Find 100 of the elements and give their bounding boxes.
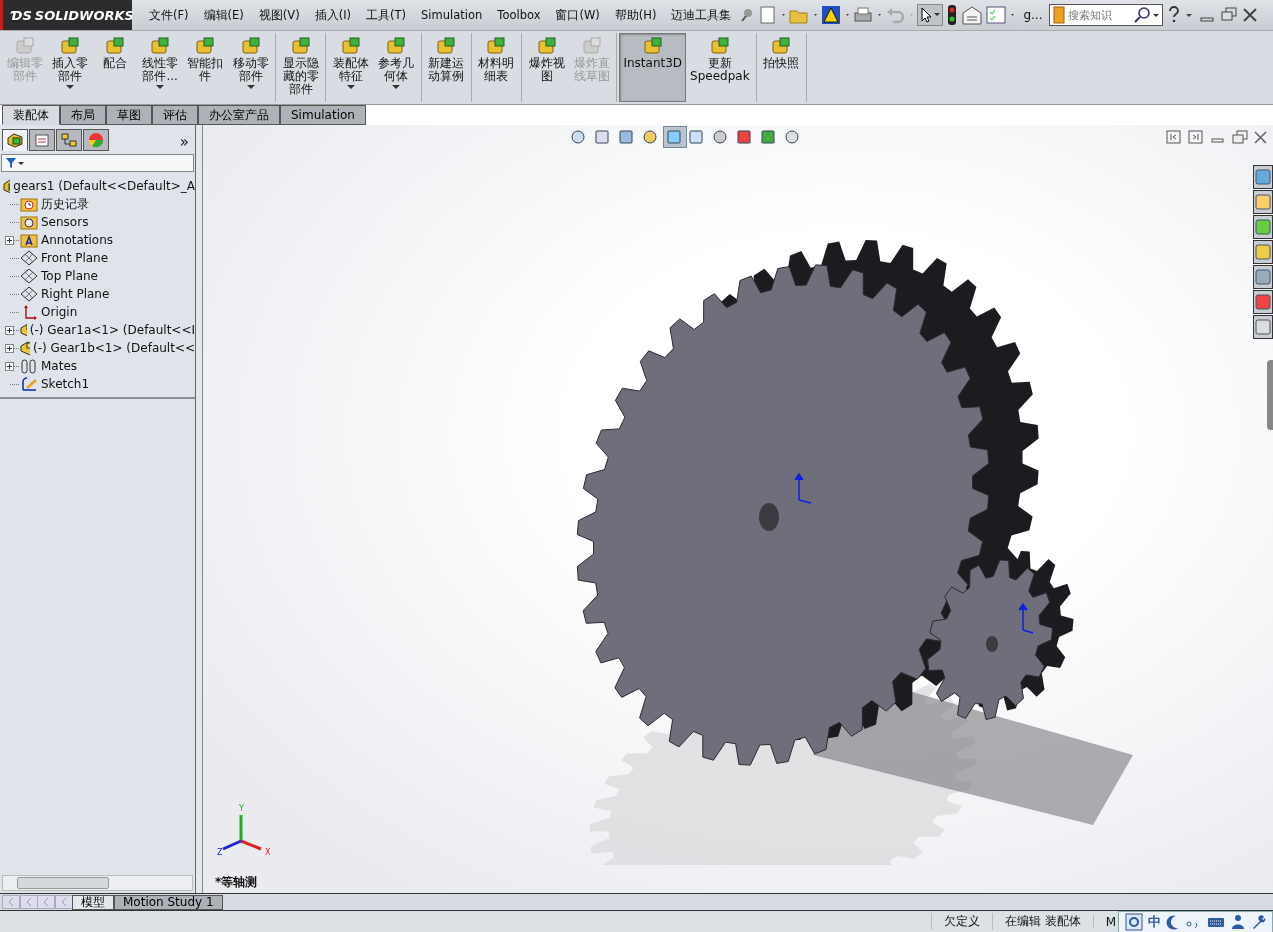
file-properties-icon[interactable]	[961, 5, 984, 25]
caret-icon	[65, 84, 74, 90]
tool-icon	[641, 36, 664, 56]
select-button[interactable]	[917, 4, 944, 26]
tree-item[interactable]: Annotations	[0, 231, 195, 249]
menu-item[interactable]: 窗口(W)	[548, 7, 607, 23]
tree-item[interactable]: Mates	[0, 357, 195, 375]
ribbon-button[interactable]: 参考几何体	[373, 33, 419, 102]
expand-panel-button[interactable]: »	[179, 133, 193, 151]
command-tab[interactable]: 评估	[152, 105, 198, 125]
new-document-icon[interactable]	[759, 5, 788, 25]
ribbon-button[interactable]: 线性零部件...	[137, 33, 183, 102]
ribbon-button[interactable]: Instant3D	[619, 33, 687, 102]
tool-icon	[580, 36, 603, 56]
menu-item[interactable]: 编辑(E)	[196, 7, 251, 23]
menu-item[interactable]: 文件(F)	[142, 7, 196, 23]
tree-item[interactable]: Sketch1	[0, 375, 195, 393]
manager-tab[interactable]	[29, 129, 55, 151]
book-icon	[1051, 6, 1066, 24]
tree-item[interactable]: (-) Gear1b<1> (Default<<	[0, 339, 195, 357]
caret-icon	[933, 13, 942, 17]
expand-icon[interactable]	[5, 362, 14, 371]
command-tab[interactable]: Simulation	[280, 105, 366, 125]
moon-icon[interactable]	[1166, 913, 1180, 930]
tree-item[interactable]: Sensors	[0, 213, 195, 231]
caret-icon	[346, 84, 355, 90]
horizontal-scrollbar[interactable]	[2, 875, 193, 891]
ribbon-button[interactable]: 新建运动算例	[423, 33, 469, 102]
expand-icon[interactable]	[5, 236, 14, 245]
configuration-icon	[60, 132, 78, 148]
tool-icon	[13, 36, 36, 56]
tool-icon	[239, 36, 262, 56]
menu-item[interactable]: 帮助(H)	[607, 7, 664, 23]
axis-label: Y	[239, 804, 244, 813]
filter-icon	[5, 157, 25, 169]
status-text: 欠定义	[930, 913, 992, 930]
ribbon-button[interactable]: 显示隐藏的零部件	[278, 33, 324, 102]
sensor-folder-icon	[20, 214, 38, 230]
input-mode-toggle[interactable]: 中	[1148, 912, 1161, 931]
command-tab[interactable]: 装配体	[2, 105, 60, 125]
close-icon[interactable]	[1253, 129, 1269, 145]
tree-item[interactable]: Origin	[0, 303, 195, 321]
view-name: *等轴测	[215, 874, 258, 891]
ribbon-button[interactable]: 更新Speedpak	[686, 33, 754, 102]
ime-logo-icon[interactable]	[1125, 912, 1143, 931]
feature-tree-icon	[6, 132, 24, 148]
ribbon-button[interactable]: 爆炸视图	[524, 33, 570, 102]
model-tab[interactable]: Motion Study 1	[114, 894, 223, 910]
tree-item[interactable]: gears1 (Default<<Default>_A	[13, 179, 195, 193]
menu-item[interactable]: 视图(V)	[251, 7, 307, 23]
expand-icon[interactable]	[5, 344, 14, 353]
printer-icon[interactable]	[853, 5, 884, 25]
panel-splitter[interactable]	[196, 125, 203, 893]
filter-field[interactable]	[1, 154, 194, 172]
paperclip-icon	[20, 358, 38, 374]
ribbon-button[interactable]: 移动零部件	[227, 33, 274, 102]
manager-tab[interactable]	[83, 129, 109, 151]
search-box[interactable]: 搜索知识	[1048, 4, 1163, 26]
ribbon-button[interactable]: 拍快照	[758, 33, 804, 102]
status-text: 在编辑 装配体	[991, 913, 1093, 930]
menu-item[interactable]: 工具(T)	[359, 7, 414, 23]
caret-icon	[392, 84, 401, 90]
menu-item[interactable]: 迈迪工具集	[664, 7, 739, 23]
rebuild-warning-icon[interactable]	[821, 5, 852, 25]
tool-icon	[535, 36, 558, 56]
manager-tab[interactable]	[56, 129, 82, 151]
sketch-icon	[20, 376, 38, 392]
menu-item[interactable]: Simulation	[414, 8, 490, 22]
plane-icon	[20, 268, 38, 284]
menu-item[interactable]: Toolbox	[490, 8, 548, 22]
axis-label: Z	[217, 848, 223, 857]
tree-item[interactable]: 历史记录	[0, 195, 195, 213]
command-tab[interactable]: 布局	[60, 105, 106, 125]
ribbon-button[interactable]: 配合	[92, 33, 138, 102]
part-icon	[20, 322, 27, 338]
tile-left-icon[interactable]	[1165, 129, 1183, 145]
tool-icon	[194, 36, 217, 56]
scroll-grip[interactable]	[1267, 360, 1273, 430]
tree-item[interactable]: Right Plane	[0, 285, 195, 303]
tree-item[interactable]: (-) Gear1a<1> (Default<<I	[0, 321, 195, 339]
tool-icon	[435, 36, 458, 56]
tree-item[interactable]: Front Plane	[0, 249, 195, 267]
restore-icon[interactable]	[1231, 129, 1249, 145]
display-manager-icon	[87, 132, 105, 148]
command-tab[interactable]: 办公室产品	[198, 105, 280, 125]
expand-icon[interactable]	[5, 326, 14, 335]
ribbon-button[interactable]: 装配体特征	[328, 33, 374, 102]
document-name: g...	[1022, 8, 1044, 22]
menu-item[interactable]: 插入(I)	[307, 7, 359, 23]
axis-label: X	[265, 848, 271, 857]
ribbon-button[interactable]: 材料明细表	[473, 33, 520, 102]
ribbon-button[interactable]: 智能扣件	[182, 33, 228, 102]
model-tab[interactable]: 模型	[72, 894, 114, 910]
command-tab[interactable]: 草图	[106, 105, 152, 125]
history-icon	[20, 196, 38, 212]
manager-tab[interactable]	[2, 129, 28, 151]
ribbon-button[interactable]: 插入零部件	[47, 33, 93, 102]
user-icon[interactable]	[1231, 913, 1245, 930]
tile-right-icon[interactable]	[1187, 129, 1205, 145]
tree-item[interactable]: Top Plane	[0, 267, 195, 285]
